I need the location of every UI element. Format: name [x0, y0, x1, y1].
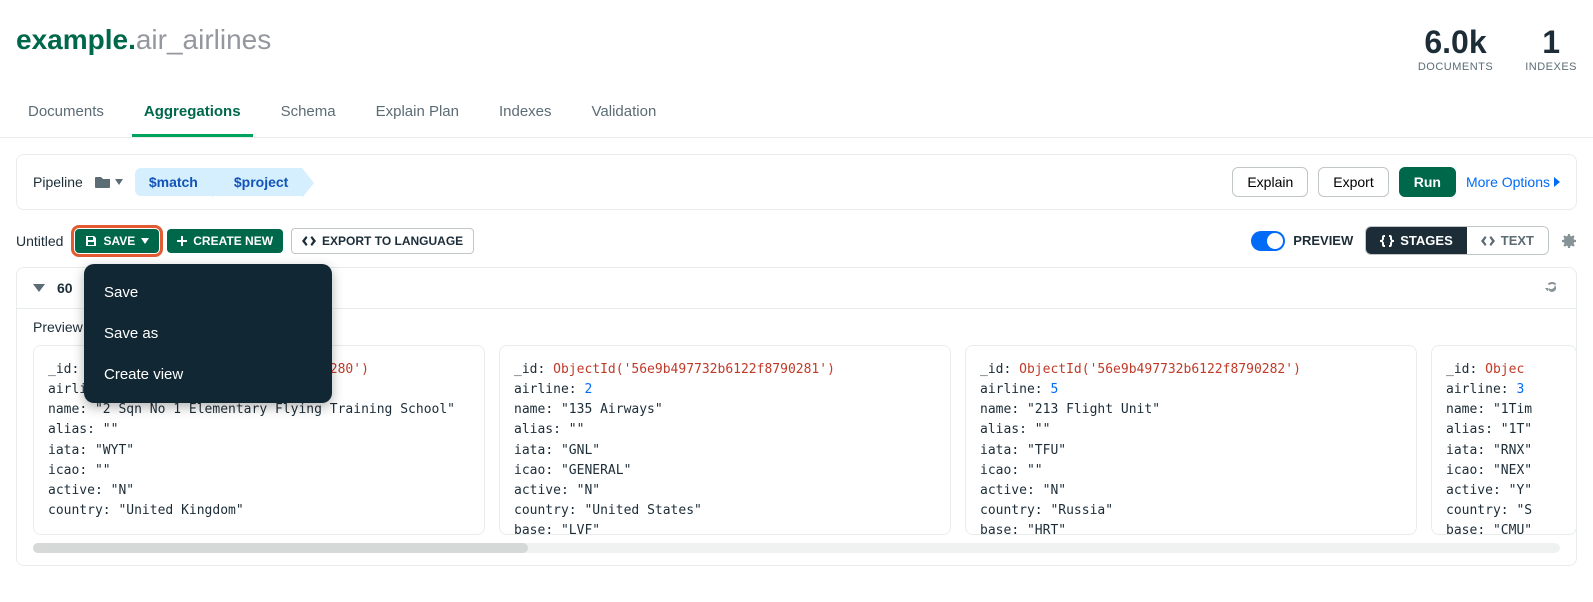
document-card: _id: Objec airline: 3 name: "1Tim alias:… [1431, 345, 1576, 535]
view-mode-segment: STAGES TEXT [1365, 226, 1549, 255]
stat-documents-value: 6.0k [1418, 24, 1493, 61]
save-icon [85, 235, 97, 247]
open-pipeline-button[interactable] [95, 175, 123, 189]
save-button[interactable]: SAVE [75, 229, 159, 253]
folder-icon [95, 175, 111, 189]
tab-validation[interactable]: Validation [580, 89, 669, 137]
collection-tabs: Documents Aggregations Schema Explain Pl… [0, 89, 1593, 138]
refresh-button[interactable] [1544, 280, 1560, 296]
export-to-language-button[interactable]: EXPORT TO LANGUAGE [291, 228, 474, 254]
pipeline-label: Pipeline [33, 174, 83, 190]
menu-save[interactable]: Save [84, 272, 332, 313]
segment-stages[interactable]: STAGES [1366, 227, 1467, 254]
preview-toggle-label: PREVIEW [1293, 233, 1353, 248]
collection-name: air_airlines [136, 24, 271, 55]
pipeline-name: Untitled [16, 233, 63, 249]
tab-schema[interactable]: Schema [269, 89, 348, 137]
document-card: _id: ObjectId('56e9b497732b6122f8790282'… [965, 345, 1417, 535]
tab-explain-plan[interactable]: Explain Plan [364, 89, 471, 137]
braces-icon [1380, 235, 1394, 247]
collapse-toggle[interactable] [33, 284, 45, 292]
caret-down-icon [141, 238, 149, 244]
more-options-link[interactable]: More Options [1466, 174, 1560, 190]
stat-indexes-value: 1 [1525, 24, 1577, 61]
stage-chip-project[interactable]: $project [212, 168, 302, 196]
horizontal-scrollbar[interactable] [33, 543, 1560, 553]
namespace-title: example.air_airlines [16, 24, 271, 56]
gear-icon [1561, 233, 1577, 249]
save-dropdown-menu: Save Save as Create view [84, 264, 332, 403]
document-count: 60 [57, 280, 73, 296]
refresh-icon [1544, 280, 1560, 296]
chevron-right-icon [1554, 177, 1560, 187]
scrollbar-thumb[interactable] [33, 543, 528, 553]
code-icon [1481, 236, 1495, 246]
document-card: _id: ObjectId('56e9b497732b6122f8790281'… [499, 345, 951, 535]
collection-stats: 6.0k DOCUMENTS 1 INDEXES [1418, 24, 1577, 73]
plus-icon [177, 236, 187, 246]
stat-indexes-label: INDEXES [1525, 61, 1577, 73]
db-name: example. [16, 24, 136, 55]
tab-aggregations[interactable]: Aggregations [132, 89, 253, 137]
menu-save-as[interactable]: Save as [84, 313, 332, 354]
menu-create-view[interactable]: Create view [84, 354, 332, 395]
run-button[interactable]: Run [1399, 167, 1456, 197]
tab-documents[interactable]: Documents [16, 89, 116, 137]
segment-text[interactable]: TEXT [1467, 227, 1548, 254]
caret-down-icon [115, 179, 123, 185]
tab-indexes[interactable]: Indexes [487, 89, 564, 137]
stat-documents-label: DOCUMENTS [1418, 61, 1493, 73]
code-icon [302, 236, 316, 246]
explain-button[interactable]: Explain [1232, 167, 1308, 197]
create-new-button[interactable]: CREATE NEW [167, 229, 283, 253]
settings-button[interactable] [1561, 233, 1577, 249]
export-button[interactable]: Export [1318, 167, 1388, 197]
pipeline-bar: Pipeline $match $project Explain Export … [16, 154, 1577, 210]
preview-toggle[interactable] [1251, 231, 1285, 251]
stage-chip-match[interactable]: $match [135, 168, 212, 196]
